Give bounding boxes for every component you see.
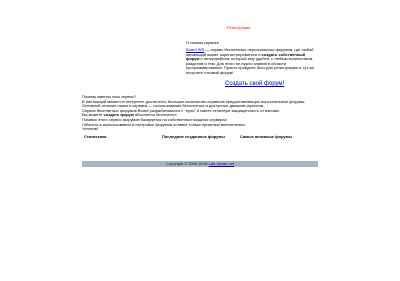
why-line: Успехов! (82, 126, 98, 132)
statistics-heading: Статистика (84, 134, 107, 139)
stats-row: Статистика Последние созданные форумы Са… (82, 134, 318, 140)
copyright-link[interactable]: Lab-Inside.net (209, 161, 234, 166)
about-text-2: с интерфейсом, который ему удобен, с люб… (186, 56, 315, 75)
about-title: О нашем сервисе (186, 40, 219, 45)
why-section: Почему именно наш сервис? В настоящий мо… (82, 94, 312, 132)
about-description: Board WS — сервис бесплатных персональны… (186, 47, 318, 76)
copyright-text: Copyright © 2009-2016 (166, 161, 209, 166)
footer-bar: Copyright © 2009-2016 Lab-Inside.net (82, 161, 318, 167)
create-forum-link[interactable]: Создать свой форум! (225, 81, 284, 87)
latest-forums-heading: Последние созданные форумы (162, 134, 225, 139)
register-link[interactable]: Регистрация (227, 25, 250, 30)
active-forums-heading: Самые активные форумы (240, 134, 292, 139)
